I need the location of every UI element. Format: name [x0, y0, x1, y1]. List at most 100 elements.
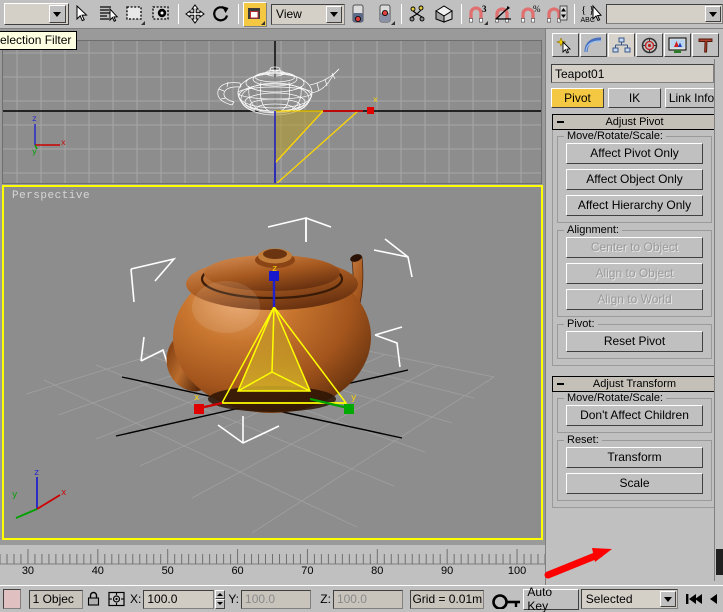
snaps-toggle-button[interactable]: 3	[465, 1, 491, 27]
rollout-adjust-transform: Adjust Transform Move/Rotate/Scale: Don'…	[552, 376, 717, 508]
chevron-down-icon-3	[708, 11, 717, 17]
max-application-window: View 3 % {} ABC election Filter x z x y…	[0, 0, 723, 612]
selection-filter-combo[interactable]	[4, 3, 69, 25]
reset-transform-button[interactable]: Transform	[566, 447, 703, 468]
select-and-rotate-button[interactable]	[209, 1, 234, 27]
viewport-perspective[interactable]: Perspective z x y z x y	[2, 185, 543, 540]
percent-snap-toggle-button[interactable]: %	[518, 1, 544, 27]
viewport-front[interactable]: x z x y	[2, 40, 542, 184]
group-move-rotate-scale-label: Move/Rotate/Scale:	[564, 130, 666, 142]
mirror-box-icon	[435, 5, 454, 23]
use-selection-center-button[interactable]	[372, 1, 397, 27]
command-panel: Pivot IK Link Info Adjust Pivot Move/Rot…	[545, 29, 723, 585]
key-icon	[492, 594, 520, 609]
select-and-uniform-scale-button[interactable]	[242, 1, 268, 27]
svg-text:x: x	[61, 488, 66, 498]
go-to-start-button[interactable]	[682, 593, 705, 605]
magnet-angle-icon	[495, 6, 512, 23]
tab-hierarchy[interactable]	[608, 33, 635, 57]
magnet-spinner-icon	[547, 5, 568, 23]
link-info-mode-button[interactable]: Link Info	[665, 88, 718, 108]
toolbar-divider-3	[400, 4, 402, 24]
tab-display[interactable]	[664, 33, 691, 57]
tab-modify[interactable]	[580, 33, 607, 57]
auto-key-button[interactable]: Auto Key	[523, 585, 579, 612]
tab-motion[interactable]	[636, 33, 663, 57]
window-crossing-button[interactable]	[149, 1, 174, 27]
rollout-adjust-pivot-title: Adjust Pivot	[605, 116, 664, 128]
named-selection-dropdown-arrow[interactable]	[704, 6, 721, 22]
svg-text:%: %	[533, 4, 541, 14]
align-to-object-button: Align to Object	[566, 263, 703, 284]
spinner-down[interactable]	[214, 599, 226, 609]
rollout-adjust-pivot-body: Move/Rotate/Scale: Affect Pivot Only Aff…	[552, 130, 717, 366]
group-move-rotate-scale: Move/Rotate/Scale: Affect Pivot Only Aff…	[557, 130, 712, 223]
tab-create[interactable]	[552, 33, 579, 57]
timeline-tick-label: 100	[507, 565, 527, 577]
selection-filter-dropdown-arrow[interactable]	[48, 5, 66, 23]
svg-text:x: x	[61, 139, 66, 148]
rollout-adjust-transform-header[interactable]: Adjust Transform	[552, 376, 717, 392]
y-coordinate-label: Y:	[228, 592, 240, 606]
named-selection-sets-button[interactable]: { } ABC	[578, 1, 603, 27]
scrollbar-thumb[interactable]	[716, 549, 723, 575]
group-pivot-label: Pivot:	[564, 318, 598, 330]
angle-snap-toggle-button[interactable]	[492, 1, 517, 27]
affect-pivot-only-button[interactable]: Affect Pivot Only	[566, 143, 703, 164]
group-pivot: Pivot: Reset Pivot	[557, 318, 712, 359]
svg-text:z: z	[34, 468, 39, 478]
hierarchy-mode-buttons: Pivot IK Link Info	[551, 88, 718, 108]
star-arrow-icon	[556, 36, 572, 54]
mirror-button[interactable]	[432, 1, 457, 27]
timeline-ruler[interactable]: 30 40 50 60 70 80 90 100	[0, 545, 545, 587]
selection-lock-toggle[interactable]	[83, 591, 104, 607]
minimize-ui-swatch[interactable]	[3, 589, 21, 609]
affect-object-only-button[interactable]: Affect Object Only	[566, 169, 703, 190]
collapse-minus-icon	[557, 121, 564, 123]
rollout-adjust-pivot-header[interactable]: Adjust Pivot	[552, 114, 717, 130]
use-pivot-point-center-button[interactable]	[345, 1, 371, 27]
select-by-name-button[interactable]	[96, 1, 121, 27]
reset-scale-button[interactable]: Scale	[566, 473, 703, 494]
rollout-adjust-pivot: Adjust Pivot Move/Rotate/Scale: Affect P…	[552, 114, 717, 366]
flyout-corner-icon	[141, 20, 146, 25]
key-filter-value: Selected	[585, 592, 633, 606]
previous-frame-button[interactable]	[705, 593, 723, 605]
arrow-cursor-icon	[76, 5, 88, 22]
coordinate-system-dropdown-arrow[interactable]	[325, 5, 342, 23]
rollout-adjust-transform-body: Move/Rotate/Scale: Don't Affect Children…	[552, 392, 717, 508]
reset-pivot-button[interactable]: Reset Pivot	[566, 331, 703, 352]
z-coordinate-field[interactable]: 100.0	[332, 589, 404, 609]
list-cursor-icon	[99, 6, 118, 22]
tab-utilities[interactable]	[692, 33, 719, 57]
reference-coordinate-system-combo[interactable]: View	[271, 3, 345, 25]
object-name-input[interactable]	[551, 64, 714, 83]
named-selection-field[interactable]	[605, 4, 723, 24]
rectangular-selection-region-button[interactable]	[122, 1, 148, 27]
dont-affect-children-button[interactable]: Don't Affect Children	[566, 405, 703, 426]
key-filter-dropdown-arrow[interactable]	[660, 591, 677, 607]
spinner-up[interactable]	[214, 589, 226, 599]
key-filter-combo[interactable]: Selected	[580, 589, 679, 609]
align-to-world-button: Align to World	[566, 289, 703, 310]
spinner-snap-toggle-button[interactable]	[545, 1, 570, 27]
toolbar-divider	[177, 4, 179, 24]
affect-hierarchy-only-button[interactable]: Affect Hierarchy Only	[566, 195, 703, 216]
select-object-button[interactable]	[69, 1, 95, 27]
x-coordinate-field[interactable]: 100.0	[143, 589, 214, 609]
y-coordinate-field[interactable]: 100.0	[241, 589, 312, 609]
select-and-move-button[interactable]	[182, 1, 208, 27]
select-and-link-button[interactable]	[405, 1, 431, 27]
step-back-icon	[710, 594, 718, 604]
move-cross-icon	[185, 4, 205, 24]
center-to-object-button: Center to Object	[566, 237, 703, 258]
timeline-tick-label: 40	[91, 565, 104, 577]
set-key-button[interactable]	[488, 589, 523, 609]
object-name-row	[551, 64, 720, 83]
ik-mode-button[interactable]: IK	[608, 88, 661, 108]
link-chain-icon	[409, 5, 425, 22]
x-coordinate-spinner[interactable]	[214, 589, 226, 609]
absolute-relative-transform-toggle[interactable]	[105, 591, 128, 607]
command-panel-scrollbar[interactable]	[714, 59, 723, 581]
pivot-mode-button[interactable]: Pivot	[551, 88, 604, 108]
